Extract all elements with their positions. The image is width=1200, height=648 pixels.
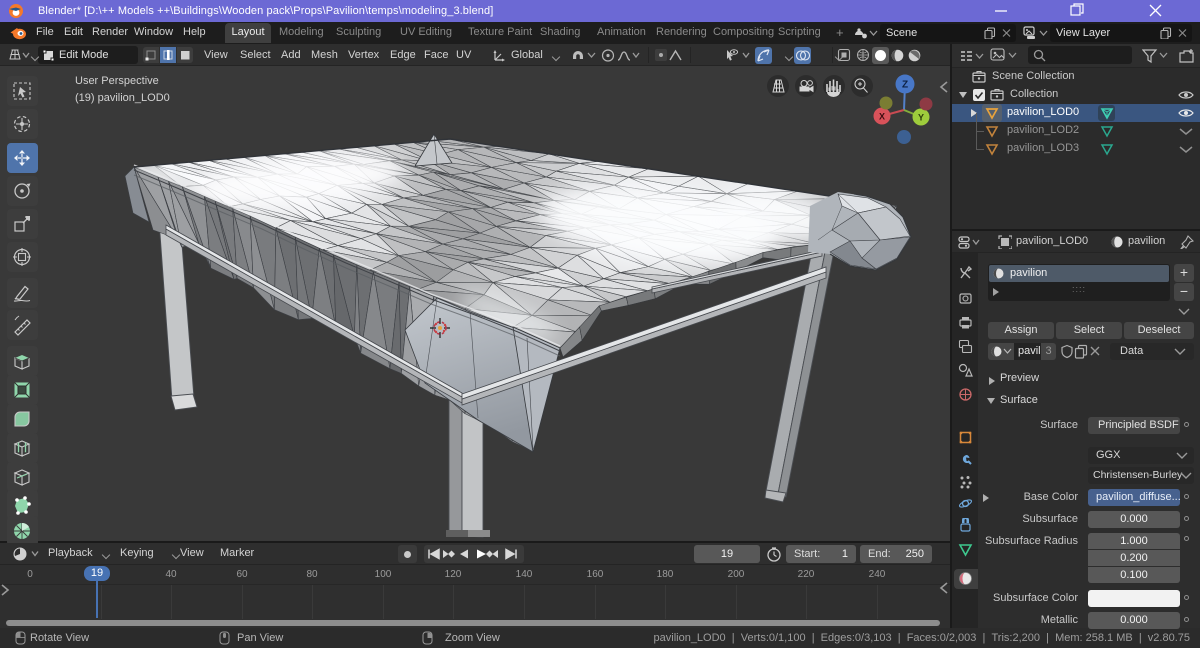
svg-text:Z: Z: [902, 80, 908, 91]
svg-text:Y: Y: [918, 113, 924, 123]
svg-text:X: X: [879, 112, 885, 122]
